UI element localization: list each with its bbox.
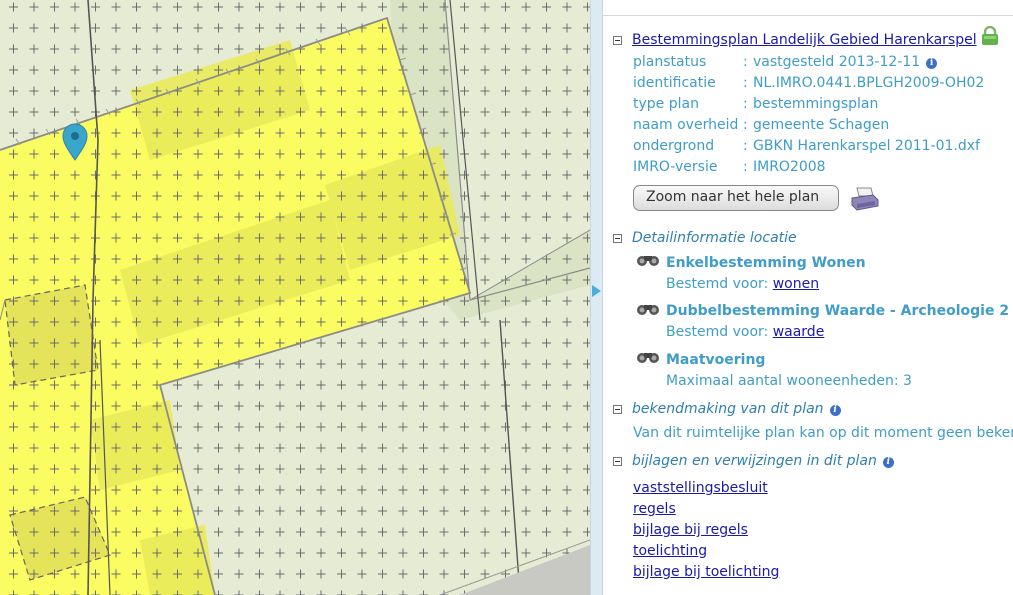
info-icon[interactable]: i [926, 58, 938, 69]
prop-planstatus: planstatus: vastgesteld 2013-12-11 i [633, 54, 938, 70]
binoculars-icon[interactable] [636, 302, 660, 316]
info-icon[interactable]: i [829, 405, 841, 416]
panel-divider [603, 15, 1013, 16]
collapse-detail-toggle[interactable] [613, 234, 622, 243]
prop-ondergrond: ondergrond: GBKN Harenkarspel 2011-01.dxf [633, 138, 980, 154]
lock-icon [982, 26, 998, 45]
collapse-bijlagen-toggle[interactable] [613, 457, 622, 466]
prop-value: vastgesteld 2013-12-11 [753, 54, 921, 70]
detail-bestemd-waarde: Bestemd voor: waarde [666, 324, 824, 340]
info-panel: Bestemmingsplan Landelijk Gebied Harenka… [603, 0, 1013, 595]
plan-title-link[interactable]: Bestemmingsplan Landelijk Gebied Harenka… [632, 32, 977, 48]
prop-colon: : [743, 117, 748, 133]
wonen-link[interactable]: wonen [773, 276, 819, 292]
prop-value: GBKN Harenkarspel 2011-01.dxf [753, 138, 980, 154]
prop-colon: : [743, 96, 748, 112]
detail-maatvoering-text: Maximaal aantal wooneenheden: 3 [666, 373, 912, 389]
info-icon[interactable]: i [882, 457, 894, 468]
doc-link-vaststellingsbesluit[interactable]: vaststellingsbesluit [633, 480, 768, 496]
prop-type-plan: type plan: bestemmingsplan [633, 96, 878, 112]
detail-section-title[interactable]: Detailinformatie locatie [632, 230, 797, 246]
detail-title-maatvoering[interactable]: Maatvoering [666, 352, 765, 368]
prop-key: naam overheid [633, 117, 739, 133]
prop-key: ondergrond [633, 138, 715, 154]
bestemd-label: Bestemd voor: [666, 324, 773, 340]
detail-bestemd-wonen: Bestemd voor: wonen [666, 276, 819, 292]
collapse-plan-toggle[interactable] [613, 36, 622, 45]
prop-key: identificatie [633, 75, 716, 91]
prop-key: planstatus [633, 54, 707, 70]
doc-link-bijlage-bij-toelichting[interactable]: bijlage bij toelichting [633, 564, 779, 580]
prop-value: gemeente Schagen [753, 117, 890, 133]
map-view[interactable] [0, 0, 590, 595]
doc-link-regels[interactable]: regels [633, 501, 676, 517]
prop-value: NL.IMRO.0441.BPLGH2009-OH02 [753, 75, 985, 91]
zoom-full-plan-button[interactable]: Zoom naar het hele plan [633, 185, 839, 211]
bestemd-label: Bestemd voor: [666, 276, 773, 292]
bijlagen-section-title[interactable]: bijlagen en verwijzingen in dit plan i [632, 453, 894, 469]
prop-colon: : [743, 75, 748, 91]
prop-identificatie: identificatie: NL.IMRO.0441.BPLGH2009-OH0… [633, 75, 984, 91]
prop-naam-overheid: naam overheid: gemeente Schagen [633, 117, 889, 133]
expand-arrow-icon[interactable] [592, 285, 601, 297]
prop-colon: : [743, 159, 748, 175]
prop-key: type plan [633, 96, 699, 112]
prop-value: bestemmingsplan [753, 96, 879, 112]
printer-icon[interactable] [851, 186, 879, 212]
prop-colon: : [743, 138, 748, 154]
binoculars-icon[interactable] [636, 253, 660, 267]
doc-link-bijlage-bij-regels[interactable]: bijlage bij regels [633, 522, 748, 538]
detail-title-wonen[interactable]: Enkelbestemming Wonen [666, 255, 866, 271]
prop-key: IMRO-versie [633, 159, 718, 175]
bekendmaking-section-title[interactable]: bekendmaking van dit plan i [632, 401, 841, 417]
bekendmaking-text: Van dit ruimtelijke plan kan op dit mome… [633, 425, 1013, 441]
bekendmaking-label: bekendmaking van dit plan [632, 401, 824, 417]
doc-link-toelichting[interactable]: toelichting [633, 543, 707, 559]
detail-title-archeologie[interactable]: Dubbelbestemming Waarde - Archeologie 2 [666, 303, 1009, 319]
prop-imro-versie: IMRO-versie: IMRO2008 [633, 159, 826, 175]
bijlagen-label: bijlagen en verwijzingen in dit plan [632, 453, 877, 469]
panel-splitter[interactable] [590, 0, 603, 595]
prop-colon: : [743, 54, 748, 70]
waarde-link[interactable]: waarde [773, 324, 825, 340]
collapse-bekendmaking-toggle[interactable] [613, 405, 622, 414]
prop-value: IMRO2008 [753, 159, 826, 175]
binoculars-icon[interactable] [636, 350, 660, 364]
